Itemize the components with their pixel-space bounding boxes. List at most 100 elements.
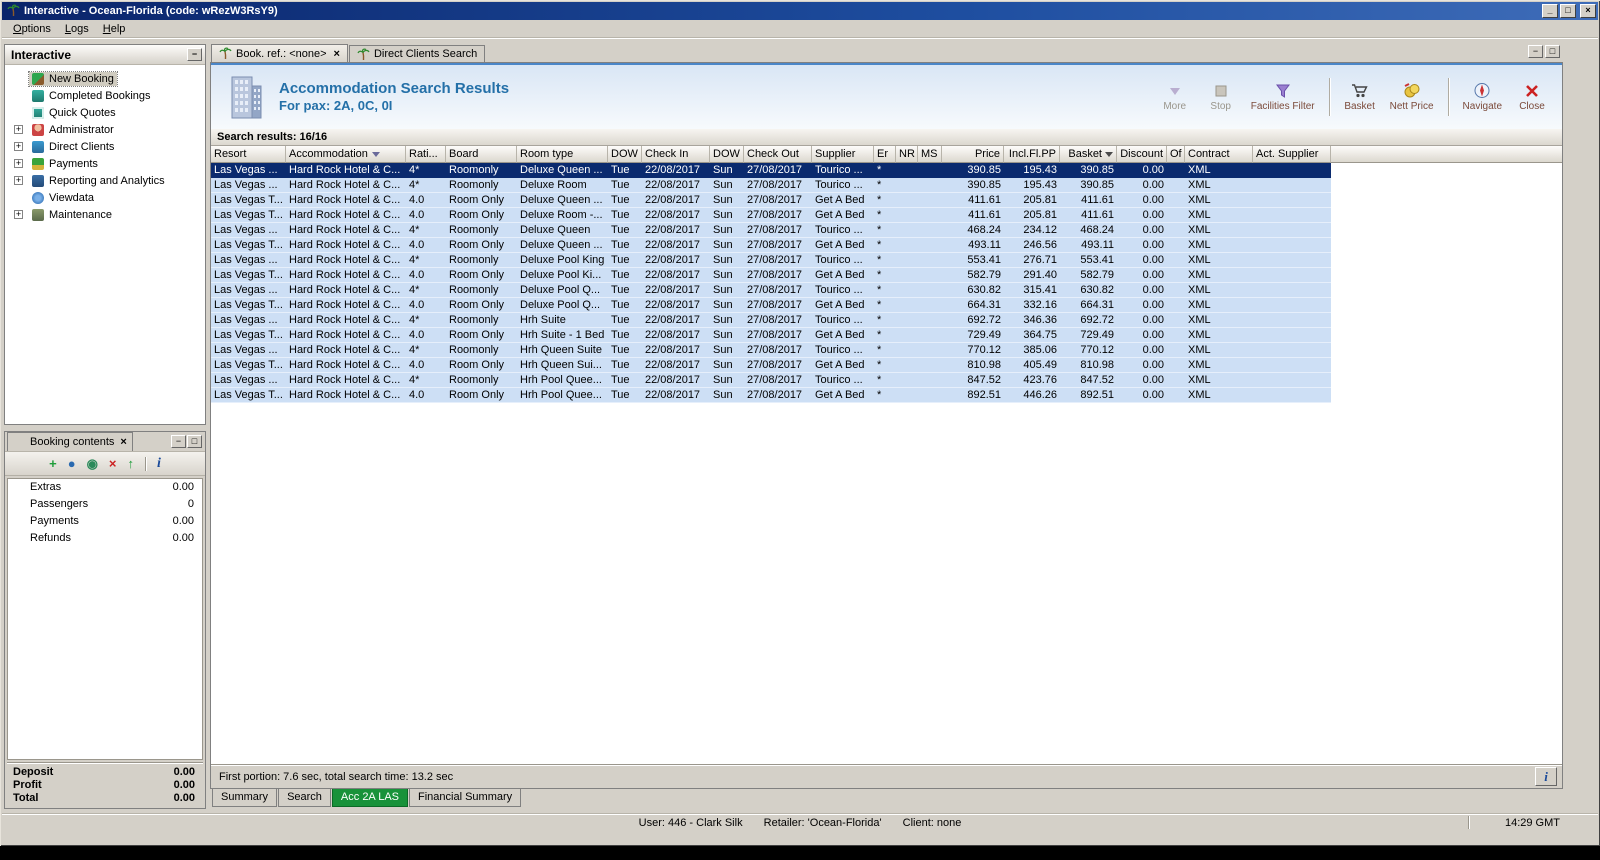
column-header-discount[interactable]: Discount	[1117, 146, 1167, 163]
expand-icon[interactable]: +	[14, 176, 23, 185]
table-row[interactable]: Las Vegas T... Hard Rock Hotel & C... 4.0 R…	[211, 328, 1331, 343]
table-cell: Deluxe Pool Q...	[520, 284, 601, 296]
add-icon[interactable]: +	[49, 456, 57, 471]
column-header-dow[interactable]: DOW	[710, 146, 744, 163]
table-cell: Deluxe Pool Ki...	[520, 269, 602, 281]
sidebar-item-direct-clients[interactable]: + Direct Clients	[5, 138, 205, 155]
tab-book-ref-none[interactable]: Book. ref.: <none> ×	[211, 44, 348, 62]
results-title: Accommodation Search Results	[279, 79, 510, 97]
table-cell: 411.61	[1081, 194, 1114, 206]
column-header-board[interactable]: Board	[446, 146, 517, 163]
table-row[interactable]: Las Vegas T... Hard Rock Hotel & C... 4.0 R…	[211, 268, 1331, 283]
restore-pane-button[interactable]: □	[187, 435, 202, 448]
table-row[interactable]: Las Vegas T... Hard Rock Hotel & C... 4.0 R…	[211, 208, 1331, 223]
sidebar-item-new-booking[interactable]: New Booking	[5, 70, 205, 87]
bottom-tab-financial-summary[interactable]: Financial Summary	[409, 789, 522, 807]
table-row[interactable]: Las Vegas T... Hard Rock Hotel & C... 4.0 R…	[211, 193, 1331, 208]
tab-direct-clients-search[interactable]: Direct Clients Search	[348, 45, 486, 62]
sidebar-item-quick-quotes[interactable]: Quick Quotes	[5, 104, 205, 121]
delete-icon[interactable]: ×	[109, 456, 117, 471]
table-cell: Las Vegas ...	[214, 224, 278, 236]
sidebar-item-completed-bookings[interactable]: Completed Bookings	[5, 87, 205, 104]
column-header-check-out[interactable]: Check Out	[744, 146, 812, 163]
column-header-basket[interactable]: Basket	[1060, 146, 1117, 163]
column-label: Er	[877, 148, 888, 160]
column-header-room-type[interactable]: Room type	[517, 146, 608, 163]
minimize-pane-button[interactable]: −	[171, 435, 186, 448]
column-header-act-supplier[interactable]: Act. Supplier	[1253, 146, 1331, 163]
minimize-pane-button[interactable]: −	[1528, 45, 1543, 58]
table-cell: 692.72	[1080, 314, 1114, 326]
column-header-supplier[interactable]: Supplier	[812, 146, 874, 163]
filter-icon[interactable]	[371, 151, 380, 157]
table-row[interactable]: Las Vegas ... Hard Rock Hotel & C... 4* Roo…	[211, 313, 1331, 328]
column-header-price[interactable]: Price	[942, 146, 1004, 163]
info-icon[interactable]: i	[157, 456, 161, 471]
expand-icon[interactable]: +	[14, 125, 23, 134]
minimize-button[interactable]: _	[1542, 4, 1558, 18]
close-booking-contents-icon[interactable]: ×	[120, 437, 126, 448]
column-header-resort[interactable]: Resort	[211, 146, 286, 163]
move-up-icon[interactable]: ↑	[128, 456, 135, 471]
table-row[interactable]: Las Vegas ... Hard Rock Hotel & C... 4* Roo…	[211, 343, 1331, 358]
table-cell: Get A Bed	[815, 299, 865, 311]
bottom-tab-acc-2a-las[interactable]: Acc 2A LAS	[331, 789, 409, 807]
table-row[interactable]: Las Vegas T... Hard Rock Hotel & C... 4.0 R…	[211, 238, 1331, 253]
bottom-tab-search[interactable]: Search	[278, 789, 331, 807]
table-row[interactable]: Las Vegas ... Hard Rock Hotel & C... 4* Roo…	[211, 373, 1331, 388]
table-cell: Hard Rock Hotel & C...	[289, 179, 401, 191]
table-row[interactable]: Las Vegas ... Hard Rock Hotel & C... 4* Roo…	[211, 283, 1331, 298]
column-header-accommodation[interactable]: Accommodation	[286, 146, 406, 163]
table-cell: Tourico ...	[815, 224, 863, 236]
sidebar-item-payments[interactable]: + Payments	[5, 155, 205, 172]
column-header-incl-fl-pp[interactable]: Incl.Fl.PP	[1004, 146, 1060, 163]
table-row[interactable]: Las Vegas ... Hard Rock Hotel & C... 4* Roo…	[211, 223, 1331, 238]
transfer-icon[interactable]: ◉	[87, 456, 98, 471]
table-row[interactable]: Las Vegas ... Hard Rock Hotel & C... 4* Roo…	[211, 253, 1331, 268]
sidebar-item-maintenance[interactable]: + Maintenance	[5, 206, 205, 223]
sidebar-item-administrator[interactable]: + Administrator	[5, 121, 205, 138]
column-header-contract[interactable]: Contract	[1185, 146, 1253, 163]
column-header-dow[interactable]: DOW	[608, 146, 642, 163]
facilities-filter-button[interactable]: Facilities Filter	[1247, 80, 1319, 114]
table-row[interactable]: Las Vegas T... Hard Rock Hotel & C... 4.0 R…	[211, 388, 1331, 403]
table-row[interactable]: Las Vegas T... Hard Rock Hotel & C... 4.0 R…	[211, 298, 1331, 313]
globe-icon[interactable]: ●	[68, 456, 76, 471]
palm-icon	[13, 436, 26, 449]
booking-list-item[interactable]: Passengers 0	[8, 496, 202, 513]
booking-list-item[interactable]: Refunds 0.00	[8, 530, 202, 547]
expand-icon[interactable]: +	[14, 142, 23, 151]
booking-contents-tab[interactable]: Booking contents ×	[7, 432, 133, 451]
column-header-nr[interactable]: NR	[896, 146, 918, 163]
info-button[interactable]: i	[1535, 767, 1557, 786]
nett-price-button[interactable]: Nett Price	[1386, 80, 1438, 114]
sidebar-item-viewdata[interactable]: Viewdata	[5, 189, 205, 206]
column-header-ms[interactable]: MS	[918, 146, 942, 163]
restore-pane-button[interactable]: □	[1545, 45, 1560, 58]
bottom-tab-summary[interactable]: Summary	[212, 789, 278, 807]
collapse-panel-button[interactable]: −	[187, 48, 202, 61]
column-header-rati[interactable]: Rati...	[406, 146, 446, 163]
completed-bookings-icon	[32, 89, 44, 102]
table-row[interactable]: Las Vegas T... Hard Rock Hotel & C... 4.0 R…	[211, 358, 1331, 373]
expand-icon[interactable]: +	[14, 159, 23, 168]
column-header-er[interactable]: Er	[874, 146, 896, 163]
table-row[interactable]: Las Vegas ... Hard Rock Hotel & C... 4* Roo…	[211, 163, 1331, 178]
close-button[interactable]: Close	[1512, 80, 1552, 114]
navigate-button[interactable]: Navigate	[1459, 80, 1506, 114]
close-button[interactable]: ×	[1580, 4, 1596, 18]
table-cell: Las Vegas T...	[214, 194, 283, 206]
sidebar-item-reporting-and-analytics[interactable]: + Reporting and Analytics	[5, 172, 205, 189]
booking-list-item[interactable]: Extras 0.00	[8, 479, 202, 496]
column-header-of[interactable]: Of	[1167, 146, 1185, 163]
menu-help[interactable]: Help	[96, 21, 133, 37]
maximize-button[interactable]: □	[1560, 4, 1576, 18]
menu-logs[interactable]: Logs	[58, 21, 96, 37]
booking-list-item[interactable]: Payments 0.00	[8, 513, 202, 530]
basket-button[interactable]: Basket	[1340, 80, 1380, 114]
menu-options[interactable]: Options	[6, 21, 58, 37]
close-tab-icon[interactable]: ×	[334, 48, 340, 59]
table-row[interactable]: Las Vegas ... Hard Rock Hotel & C... 4* Roo…	[211, 178, 1331, 193]
expand-icon[interactable]: +	[14, 210, 23, 219]
column-header-check-in[interactable]: Check In	[642, 146, 710, 163]
